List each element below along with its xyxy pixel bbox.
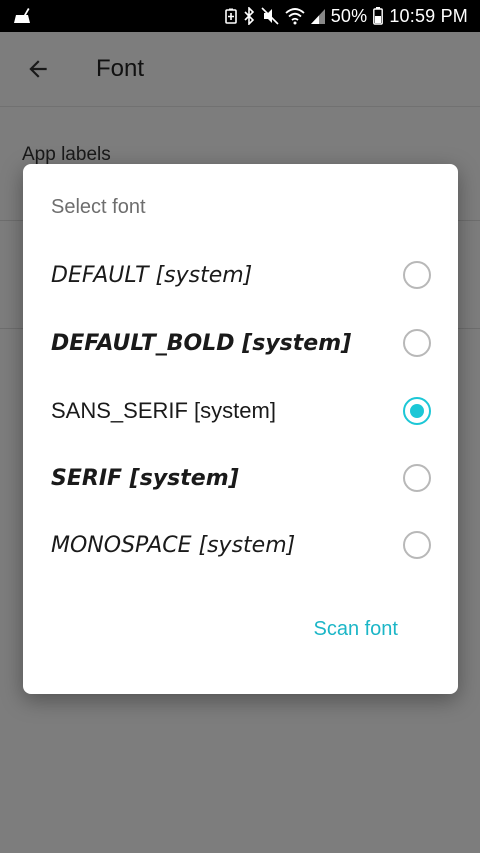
status-bar: 50% 10:59 PM — [0, 0, 480, 32]
font-option-sans-serif[interactable]: SANS_SERIF [system] — [23, 377, 458, 445]
battery-saver-icon — [224, 8, 237, 24]
radio-button[interactable] — [403, 464, 431, 492]
font-option-label: DEFAULT [system] — [51, 262, 253, 288]
font-option-default-bold[interactable]: DEFAULT_BOLD [system] — [23, 309, 458, 377]
mute-icon — [261, 7, 279, 25]
font-option-label: SANS_SERIF [system] — [51, 398, 276, 423]
battery-icon — [373, 7, 384, 25]
dialog-title: Select font — [51, 196, 146, 218]
font-option-serif[interactable]: SERIF [system] — [23, 444, 458, 512]
font-option-monospace[interactable]: MONOSPACE [system] — [23, 511, 458, 579]
radio-button[interactable] — [403, 329, 431, 357]
font-option-label: DEFAULT_BOLD [system] — [51, 330, 352, 356]
battery-percent: 50% — [330, 5, 368, 26]
font-option-default[interactable]: DEFAULT [system] — [23, 241, 458, 309]
font-option-label: MONOSPACE [system] — [51, 532, 296, 558]
cleaner-icon — [14, 8, 30, 23]
signal-icon — [310, 9, 325, 24]
radio-button-selected[interactable] — [403, 397, 431, 425]
radio-button[interactable] — [403, 261, 431, 289]
select-font-dialog: Select font DEFAULT [system] DEFAULT_BOL… — [23, 164, 458, 694]
clock: 10:59 PM — [389, 5, 468, 26]
font-option-label: SERIF [system] — [51, 465, 239, 491]
bluetooth-icon — [244, 7, 254, 25]
scan-font-button[interactable]: Scan font — [313, 618, 398, 641]
wifi-icon — [285, 8, 305, 25]
radio-button[interactable] — [403, 531, 431, 559]
